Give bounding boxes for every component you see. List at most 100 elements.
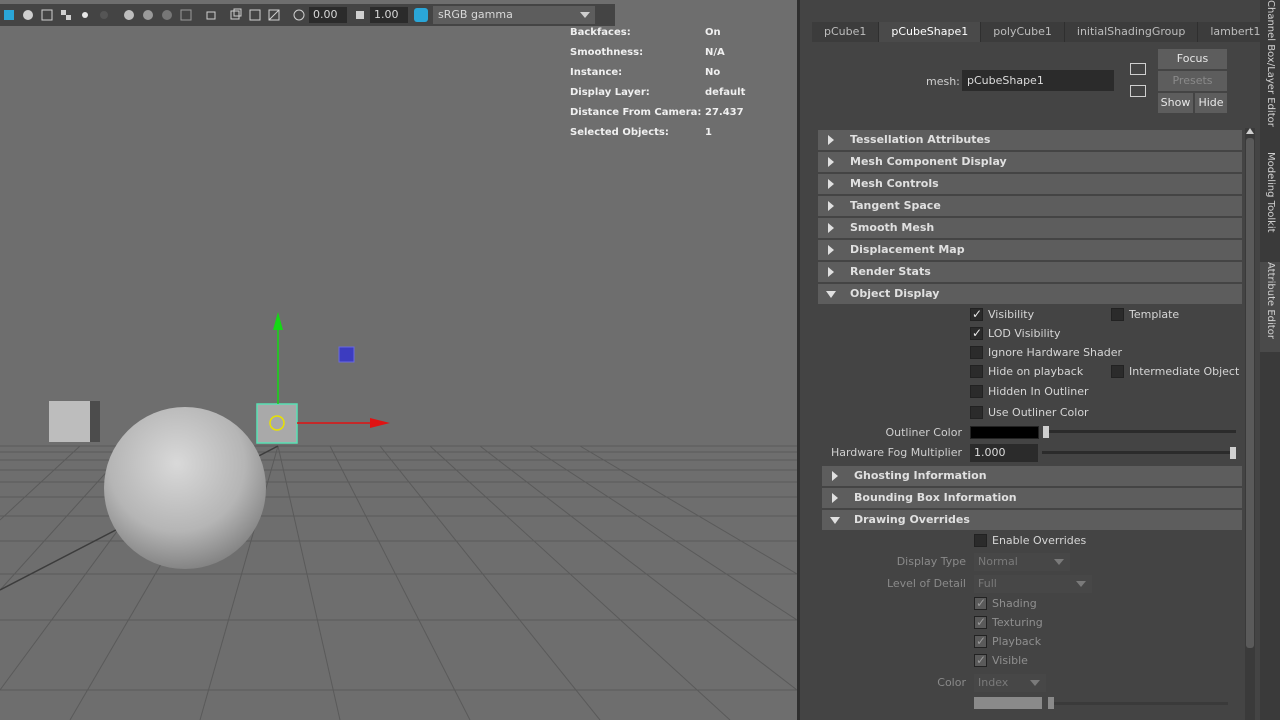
- slider-handle[interactable]: [1043, 426, 1049, 438]
- scroll-up-icon[interactable]: [1246, 128, 1254, 134]
- display-type-dropdown[interactable]: Normal: [974, 553, 1070, 571]
- attribute-scrollbar[interactable]: [1245, 128, 1255, 720]
- display-type-value: Normal: [978, 555, 1018, 568]
- shading-label: Shading: [992, 597, 1037, 610]
- isolate-icon[interactable]: [139, 6, 157, 24]
- template-label: Template: [1129, 308, 1180, 321]
- section-title: Mesh Controls: [850, 177, 939, 190]
- mesh-name-field[interactable]: pCubeShape1: [962, 70, 1114, 91]
- input-connection-icon[interactable]: [1130, 63, 1146, 75]
- color-management-icon[interactable]: [412, 6, 430, 24]
- plane-handle[interactable]: [338, 346, 355, 363]
- hud-row: Instance: No: [570, 66, 770, 86]
- sphere-object[interactable]: [104, 407, 266, 569]
- level-of-detail-dropdown[interactable]: Full: [974, 575, 1092, 593]
- color-label: Color: [937, 676, 966, 689]
- enable-overrides-label: Enable Overrides: [992, 534, 1087, 547]
- visibility-checkbox[interactable]: [970, 307, 983, 321]
- resolution-gate-icon[interactable]: [246, 6, 264, 24]
- hud-value: 1: [705, 127, 712, 138]
- exposure-icon[interactable]: [290, 6, 308, 24]
- section-title: Displacement Map: [850, 243, 965, 256]
- template-checkbox[interactable]: [1111, 308, 1124, 321]
- visible-checkbox[interactable]: [974, 653, 987, 667]
- lod-visibility-checkbox[interactable]: [970, 326, 983, 340]
- shading-icon[interactable]: [19, 6, 37, 24]
- tab-pcube1[interactable]: pCube1: [812, 22, 880, 42]
- camera-icon[interactable]: [202, 6, 220, 24]
- hud-value: 27.437: [705, 107, 744, 118]
- output-connection-icon[interactable]: [1130, 85, 1146, 97]
- sphere-icon[interactable]: [120, 6, 138, 24]
- section-object-display[interactable]: Object Display: [818, 284, 1242, 304]
- node-tabs: pCube1 pCubeShape1 polyCube1 initialShad…: [812, 22, 1274, 42]
- film-gate-icon[interactable]: [227, 6, 245, 24]
- override-color-swatch[interactable]: [974, 697, 1042, 709]
- expand-arrow-icon: [828, 223, 834, 233]
- cube-icon[interactable]: [0, 6, 18, 24]
- hidden-in-outliner-label: Hidden In Outliner: [988, 385, 1089, 398]
- override-color-slider[interactable]: [1048, 702, 1228, 705]
- scrollbar-thumb[interactable]: [1246, 138, 1254, 648]
- hud-value: default: [705, 87, 746, 98]
- section-mesh-component-display[interactable]: Mesh Component Display: [818, 152, 1242, 172]
- focus-button[interactable]: Focus: [1158, 49, 1227, 69]
- tab-modeling-toolkit[interactable]: Modeling Toolkit: [1260, 152, 1280, 242]
- checker-icon[interactable]: [57, 6, 75, 24]
- exposure-field[interactable]: 0.00: [309, 7, 347, 23]
- section-bounding-box[interactable]: Bounding Box Information: [822, 488, 1242, 508]
- hide-button[interactable]: Hide: [1195, 93, 1227, 113]
- section-title: Smooth Mesh: [850, 221, 935, 234]
- presets-button[interactable]: Presets: [1158, 71, 1227, 91]
- shading-checkbox[interactable]: [974, 596, 987, 610]
- chevron-down-icon: [1030, 680, 1040, 686]
- enable-overrides-checkbox[interactable]: [974, 534, 987, 547]
- fog-multiplier-slider[interactable]: [1042, 451, 1232, 454]
- section-tessellation[interactable]: Tessellation Attributes: [818, 130, 1242, 150]
- x-arrow-icon[interactable]: [370, 418, 390, 428]
- viewport-panel[interactable]: 0.00 1.00 sRGB gamma Backfaces: On Smooth…: [0, 0, 797, 720]
- grid-icon[interactable]: [177, 6, 195, 24]
- fog-multiplier-field[interactable]: 1.000: [970, 444, 1038, 462]
- y-arrow-icon[interactable]: [273, 312, 283, 330]
- gamma-field[interactable]: 1.00: [370, 7, 408, 23]
- gamma-icon[interactable]: [351, 6, 369, 24]
- ignore-hw-shader-checkbox[interactable]: [970, 346, 983, 359]
- tab-attribute-editor[interactable]: Attribute Editor: [1260, 262, 1280, 352]
- color-mode-dropdown[interactable]: Index: [974, 674, 1046, 692]
- shadow-icon[interactable]: [95, 6, 113, 24]
- hide-on-playback-checkbox[interactable]: [970, 365, 983, 378]
- slider-handle[interactable]: [1048, 697, 1054, 709]
- slider-handle[interactable]: [1230, 447, 1236, 459]
- lens-icon[interactable]: [265, 6, 283, 24]
- section-title: Drawing Overrides: [854, 513, 970, 526]
- intermediate-object-checkbox[interactable]: [1111, 365, 1124, 378]
- playback-checkbox[interactable]: [974, 634, 987, 648]
- outliner-color-swatch[interactable]: [970, 426, 1039, 439]
- section-displacement-map[interactable]: Displacement Map: [818, 240, 1242, 260]
- section-tangent-space[interactable]: Tangent Space: [818, 196, 1242, 216]
- tab-initialshadinggroup[interactable]: initialShadingGroup: [1064, 22, 1199, 42]
- section-mesh-controls[interactable]: Mesh Controls: [818, 174, 1242, 194]
- tab-pcubeshape1[interactable]: pCubeShape1: [879, 22, 982, 42]
- show-button[interactable]: Show: [1158, 93, 1193, 113]
- hud-row: Display Layer: default: [570, 86, 770, 106]
- section-smooth-mesh[interactable]: Smooth Mesh: [818, 218, 1242, 238]
- use-outliner-color-checkbox[interactable]: [970, 406, 983, 419]
- texturing-checkbox[interactable]: [974, 615, 987, 629]
- xray-icon[interactable]: [158, 6, 176, 24]
- color-space-dropdown[interactable]: sRGB gamma: [433, 6, 595, 24]
- hidden-in-outliner-checkbox[interactable]: [970, 385, 983, 398]
- wireframe-icon[interactable]: [38, 6, 56, 24]
- outliner-color-slider[interactable]: [1046, 430, 1236, 433]
- tab-polycube1[interactable]: polyCube1: [981, 22, 1065, 42]
- cube-object[interactable]: [49, 401, 91, 442]
- hud-key: Selected Objects:: [570, 127, 669, 138]
- light-icon[interactable]: [76, 6, 94, 24]
- section-drawing-overrides[interactable]: Drawing Overrides: [822, 510, 1242, 530]
- section-render-stats[interactable]: Render Stats: [818, 262, 1242, 282]
- section-ghosting[interactable]: Ghosting Information: [822, 466, 1242, 486]
- tab-channel-box[interactable]: Channel Box/Layer Editor: [1260, 0, 1280, 130]
- expand-arrow-icon: [828, 267, 834, 277]
- selected-cube[interactable]: [256, 403, 298, 444]
